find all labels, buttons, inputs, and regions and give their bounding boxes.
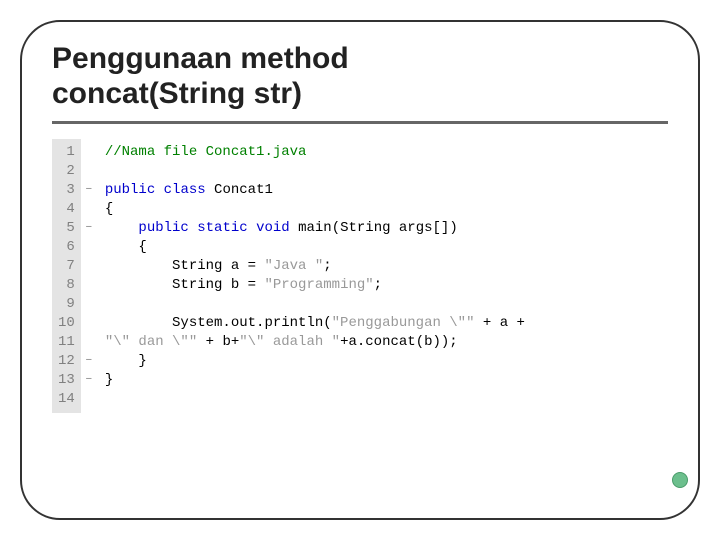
line-number: 11 bbox=[58, 333, 75, 352]
fold-mark bbox=[83, 238, 95, 257]
code-text: Concat1 bbox=[206, 182, 273, 198]
code-text: } bbox=[105, 372, 113, 388]
code-text: String a = bbox=[105, 258, 265, 274]
code-listing: 1 2 3 4 5 6 7 8 9 10 11 12 13 14 − − bbox=[52, 139, 668, 413]
title-line-1: Penggunaan method bbox=[52, 42, 349, 75]
line-number: 12 bbox=[58, 352, 75, 371]
line-number: 13 bbox=[58, 371, 75, 390]
code-keyword: static bbox=[197, 220, 247, 236]
code-comment: //Nama file Concat1.java bbox=[105, 144, 307, 160]
line-number: 5 bbox=[58, 219, 75, 238]
code-text: + a + bbox=[474, 315, 524, 331]
fold-mark[interactable]: − bbox=[83, 352, 95, 371]
code-string: "Programming" bbox=[264, 277, 373, 293]
code-keyword: void bbox=[256, 220, 290, 236]
line-number: 6 bbox=[58, 238, 75, 257]
line-number: 2 bbox=[58, 162, 75, 181]
code-string: "Penggabungan \"" bbox=[332, 315, 475, 331]
code-keyword: class bbox=[164, 182, 206, 198]
code-text: System.out.println( bbox=[105, 315, 332, 331]
code-text: + b+ bbox=[197, 334, 239, 350]
fold-mark bbox=[83, 257, 95, 276]
line-number-gutter: 1 2 3 4 5 6 7 8 9 10 11 12 13 14 bbox=[52, 139, 81, 413]
fold-gutter: − − − − bbox=[81, 139, 97, 413]
fold-mark[interactable]: − bbox=[83, 181, 95, 200]
fold-mark bbox=[83, 200, 95, 219]
fold-mark bbox=[83, 314, 95, 333]
title-line-2: concat(String str) bbox=[52, 77, 302, 110]
fold-mark[interactable]: − bbox=[83, 219, 95, 238]
slide-title: Penggunaan method concat(String str) bbox=[52, 42, 668, 124]
line-number: 8 bbox=[58, 276, 75, 295]
code-keyword: public bbox=[138, 220, 188, 236]
code-text: String b = bbox=[105, 277, 265, 293]
decorative-dot-icon bbox=[672, 472, 688, 488]
code-text: ; bbox=[323, 258, 331, 274]
code-text: { bbox=[105, 239, 147, 255]
line-number: 7 bbox=[58, 257, 75, 276]
code-string: "Java " bbox=[264, 258, 323, 274]
code-text: +a.concat(b)); bbox=[340, 334, 458, 350]
code-text: main(String args[]) bbox=[290, 220, 458, 236]
line-number: 3 bbox=[58, 181, 75, 200]
code-body: //Nama file Concat1.java public class Co… bbox=[97, 139, 533, 413]
line-number: 1 bbox=[58, 143, 75, 162]
line-number: 14 bbox=[58, 390, 75, 409]
code-string: "\" dan \"" bbox=[105, 334, 197, 350]
slide-card: Penggunaan method concat(String str) 1 2… bbox=[20, 20, 700, 520]
line-number: 4 bbox=[58, 200, 75, 219]
line-number: 10 bbox=[58, 314, 75, 333]
code-text: } bbox=[105, 353, 147, 369]
fold-mark bbox=[83, 162, 95, 181]
code-keyword: public bbox=[105, 182, 155, 198]
fold-mark bbox=[83, 333, 95, 352]
fold-mark bbox=[83, 390, 95, 409]
fold-mark bbox=[83, 276, 95, 295]
fold-mark[interactable]: − bbox=[83, 371, 95, 390]
fold-mark bbox=[83, 143, 95, 162]
code-text: ; bbox=[374, 277, 382, 293]
line-number: 9 bbox=[58, 295, 75, 314]
code-string: "\" adalah " bbox=[239, 334, 340, 350]
fold-mark bbox=[83, 295, 95, 314]
code-text: { bbox=[105, 201, 113, 217]
